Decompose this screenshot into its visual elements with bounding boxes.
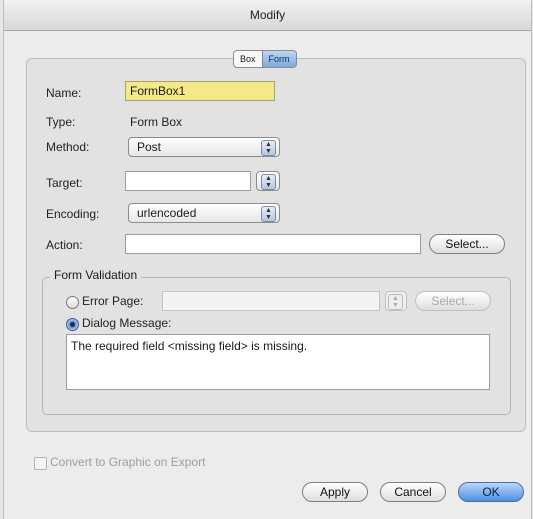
tab-form[interactable]: Form [261,51,296,67]
type-value: Form Box [130,115,183,129]
popup-arrows-icon: ▲ ▼ [261,206,276,222]
dialog-message-label: Dialog Message: [82,316,172,330]
encoding-value: urlencoded [137,206,197,220]
encoding-label: Encoding: [46,207,100,221]
popup-arrows-icon: ▲ ▼ [261,174,276,190]
convert-to-graphic-checkbox[interactable] [34,457,47,470]
name-label: Name: [46,86,82,100]
tab-switcher: Box Form [233,50,297,68]
convert-to-graphic-label: Convert to Graphic on Export [50,455,206,469]
type-label: Type: [46,115,76,129]
popup-arrows-icon: ▲ ▼ [388,294,403,310]
encoding-select[interactable]: urlencoded ▲ ▼ [128,203,280,223]
modify-dialog: Modify Box Form Name: Type: Form Box Met… [3,0,532,519]
tab-box[interactable]: Box [234,51,262,67]
error-page-radio[interactable] [66,296,79,309]
error-page-select-button[interactable]: Select... [415,291,491,311]
action-field[interactable] [125,234,421,254]
name-field[interactable] [125,81,275,101]
target-field[interactable] [125,171,251,191]
dialog-message-radio[interactable] [66,318,79,331]
apply-button[interactable]: Apply [302,482,368,502]
action-label: Action: [46,238,83,252]
window-title: Modify [4,0,531,31]
action-select-button[interactable]: Select... [429,234,505,254]
dialog-message-textarea[interactable]: The required field <missing field> is mi… [66,334,490,390]
method-select[interactable]: Post ▲ ▼ [128,137,280,157]
error-page-field[interactable] [162,291,380,311]
popup-arrows-icon: ▲ ▼ [261,140,276,156]
cancel-button[interactable]: Cancel [380,482,446,502]
method-value: Post [137,140,162,154]
method-label: Method: [46,140,90,154]
error-page-label: Error Page: [82,294,144,308]
ok-button[interactable]: OK [458,482,524,502]
form-validation-title: Form Validation [50,268,142,282]
target-popup-button[interactable]: ▲ ▼ [256,171,280,191]
target-label: Target: [46,176,83,190]
error-page-popup-button[interactable]: ▲ ▼ [385,291,407,311]
